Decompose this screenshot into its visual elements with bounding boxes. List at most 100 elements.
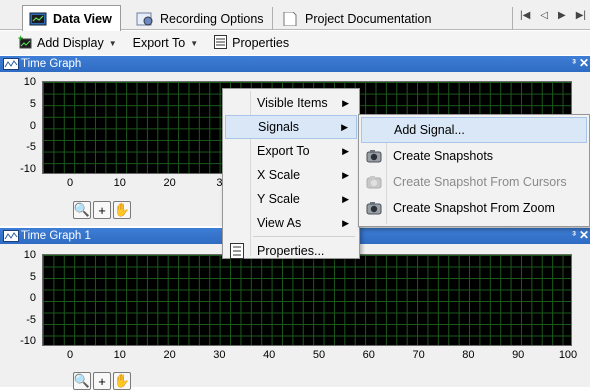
hand-icon: ✋ [113, 202, 131, 217]
y-tick-label: -10 [20, 335, 36, 347]
context-menu-item[interactable]: Signals ▶ [225, 115, 357, 139]
panel-title: Time Graph 1 [21, 230, 91, 242]
context-menu-item[interactable]: Visible Items ▶ [225, 91, 357, 115]
time-graph-1-panel: 10 5 0 -5 -10 0 10 20 30 40 50 60 70 80 90 100 🔍 + ✋ [0, 244, 590, 390]
menu-item-label: Visible Items [257, 96, 328, 110]
zoom-icon: 🔍 [73, 202, 91, 217]
submenu-arrow-icon: ▶ [342, 169, 349, 180]
document-icon [281, 11, 299, 26]
x-tick-label: 50 [312, 349, 326, 361]
context-menu-item[interactable]: Y Scale ▶ [225, 187, 357, 211]
x-tick-label: 30 [213, 349, 226, 361]
x-tick-label: 80 [462, 349, 475, 361]
menu-item-label: Create Snapshot From Cursors [393, 175, 567, 189]
submenu-arrow-icon: ▶ [342, 145, 349, 156]
pin-icon[interactable]: ᵌ [572, 229, 576, 241]
prev-tab-icon[interactable]: ◁ [540, 10, 548, 21]
next-tab-icon[interactable]: ▶ [558, 10, 566, 21]
x-tick-label: 10 [113, 177, 126, 189]
y-tick-label: 10 [23, 249, 36, 261]
menu-item-label: Signals [258, 120, 299, 134]
plot-area[interactable] [42, 254, 572, 346]
graph-icon [3, 58, 19, 70]
cursor-tool-button[interactable]: + [93, 201, 111, 219]
crosshair-icon: + [98, 373, 106, 389]
submenu-item[interactable]: Create Snapshots [361, 143, 587, 169]
x-tick-label: 60 [362, 349, 375, 361]
menu-item-label: X Scale [257, 168, 301, 182]
x-tick-label: 10 [113, 349, 126, 361]
properties-button[interactable]: Properties [208, 33, 295, 53]
x-tick-label: 0 [66, 349, 74, 361]
x-tick-label: 100 [558, 349, 578, 361]
tab-recording-options[interactable]: Recording Options [130, 7, 273, 30]
y-tick-label: -10 [20, 163, 36, 175]
time-graph-title-bar: Time Graph ᵌ ✕ [0, 56, 590, 72]
close-icon[interactable]: ✕ [579, 56, 589, 70]
y-tick-label: 0 [29, 292, 36, 304]
graph-tools: 🔍 + ✋ [73, 201, 131, 219]
signals-submenu: Add Signal... Create Snapshots Create Snap… [358, 114, 590, 227]
y-tick-label: 5 [29, 97, 36, 110]
submenu-item[interactable]: Create Snapshot From Zoom [361, 195, 587, 221]
svg-text:+: + [18, 35, 23, 43]
menu-item-label: Y Scale [257, 192, 300, 206]
x-tick-label: 20 [163, 349, 176, 361]
properties-icon [230, 243, 246, 259]
panel-title: Time Graph [21, 58, 82, 70]
context-menu-item[interactable]: Properties... [225, 239, 357, 263]
x-tick-label: 90 [512, 349, 525, 361]
export-to-button[interactable]: Export To ▼ [127, 33, 205, 53]
chevron-down-icon: ▼ [190, 38, 199, 48]
tab-label: Data View [53, 11, 112, 26]
menu-item-label: Create Snapshots [393, 149, 494, 163]
add-display-icon: + [18, 33, 32, 52]
tab-label: Recording Options [160, 11, 264, 26]
tab-navigation: |◀ ◁ ▶ ▶| [520, 10, 586, 21]
x-tick-label: 70 [412, 349, 425, 361]
menu-separator [253, 236, 355, 237]
data-view-icon [29, 12, 47, 26]
pan-tool-button[interactable]: ✋ [113, 201, 131, 219]
menu-item-label: Properties... [257, 244, 325, 258]
crosshair-icon: + [98, 202, 106, 218]
camera-icon [366, 148, 382, 164]
menu-item-label: Create Snapshot From Zoom [393, 201, 555, 215]
tab-strip: Data View Recording Options Project Docu… [0, 0, 590, 31]
x-tick-label: 0 [66, 177, 74, 189]
graph-tools: 🔍 + ✋ [73, 372, 131, 390]
submenu-arrow-icon: ▶ [342, 97, 349, 108]
menu-item-label: View As [257, 216, 302, 230]
zoom-tool-button[interactable]: 🔍 [73, 372, 91, 390]
submenu-arrow-icon: ▶ [342, 217, 349, 228]
tab-data-view[interactable]: Data View [22, 5, 121, 31]
submenu-item: Create Snapshot From Cursors [361, 169, 587, 195]
properties-icon [214, 34, 228, 52]
chevron-down-icon: ▼ [108, 38, 117, 48]
tab-project-documentation[interactable]: Project Documentation [275, 7, 513, 30]
add-display-button[interactable]: + Add Display ▼ [12, 33, 123, 53]
context-menu-item[interactable]: X Scale ▶ [225, 163, 357, 187]
pan-tool-button[interactable]: ✋ [113, 372, 131, 390]
close-icon[interactable]: ✕ [579, 228, 589, 242]
x-tick-label: 40 [263, 349, 276, 361]
submenu-arrow-icon: ▶ [342, 193, 349, 204]
menu-item-label: Add Signal... [394, 123, 465, 137]
context-menu-item[interactable]: Export To ▶ [225, 139, 357, 163]
cursor-tool-button[interactable]: + [93, 372, 111, 390]
camera-icon [366, 200, 382, 216]
zoom-tool-button[interactable]: 🔍 [73, 201, 91, 219]
x-tick-label: 20 [163, 177, 176, 189]
context-menu-item[interactable]: View As ▶ [225, 211, 357, 235]
menu-item-label: Export To [257, 144, 310, 158]
camera-icon [366, 174, 382, 190]
submenu-arrow-icon: ▶ [341, 121, 348, 132]
first-tab-icon[interactable]: |◀ [520, 10, 530, 21]
pin-icon[interactable]: ᵌ [572, 57, 576, 69]
tab-label: Project Documentation [305, 11, 432, 26]
toolbar: + Add Display ▼ Export To ▼ Properties [0, 31, 590, 55]
submenu-item[interactable]: Add Signal... [361, 117, 587, 143]
y-tick-label: 0 [29, 119, 36, 132]
last-tab-icon[interactable]: ▶| [576, 10, 586, 21]
context-menu: Visible Items ▶ Signals ▶ Export To ▶ X Scale ▶… [222, 88, 360, 259]
